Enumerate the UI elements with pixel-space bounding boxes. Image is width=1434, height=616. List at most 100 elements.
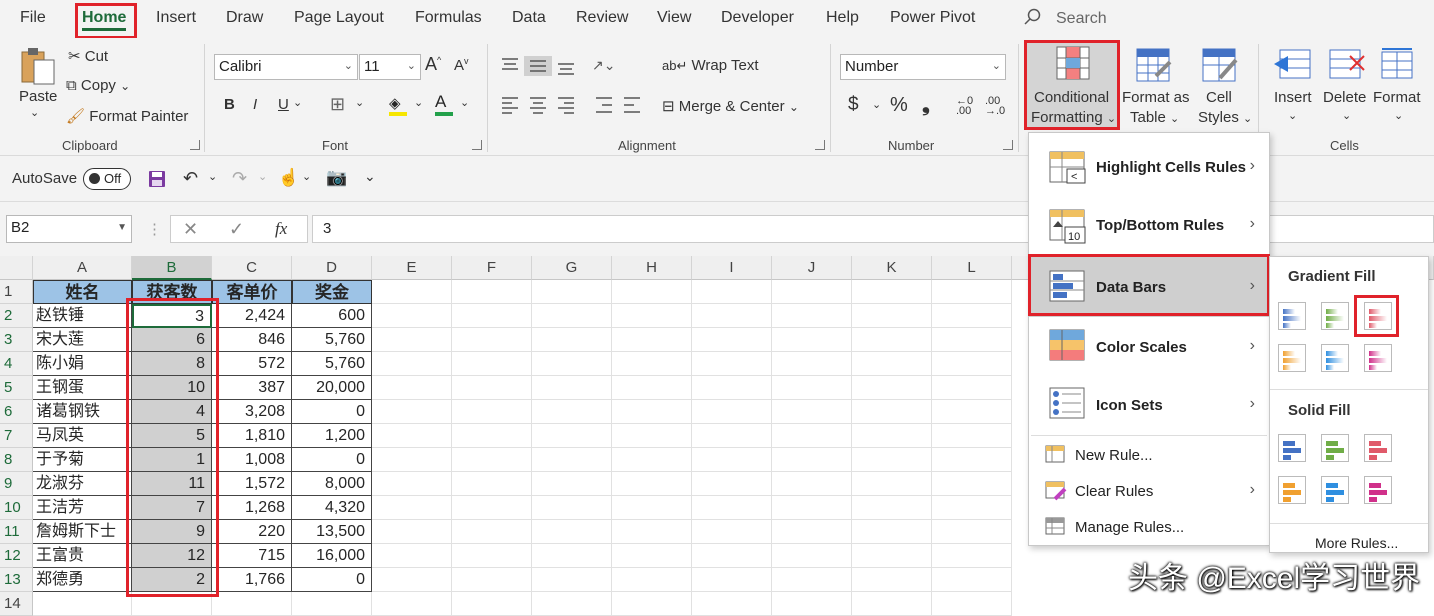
number-cell[interactable]: 1,810 [212,424,292,448]
number-cell[interactable]: 715 [212,544,292,568]
cell-empty[interactable] [372,544,452,568]
row-header-10[interactable]: 10 [0,496,33,520]
tab-file[interactable]: File [20,9,46,27]
solid-blue-databar-icon[interactable] [1278,434,1306,462]
cell-empty[interactable] [772,424,852,448]
undo-chevron-icon[interactable]: ⌄ [208,170,217,183]
touch-chevron-icon[interactable]: ⌄ [302,170,311,183]
menu-item-clear-rules[interactable]: Clear Rules › [1029,475,1269,509]
format-cells-button[interactable]: Format ⌄ [1372,46,1428,130]
cell-empty[interactable] [772,352,852,376]
cell-empty[interactable] [772,520,852,544]
column-header-f[interactable]: F [452,256,532,280]
table-header-cell[interactable]: 姓名 [33,280,132,304]
number-format-combo[interactable]: Number ⌄ [840,54,1006,80]
cell-empty[interactable] [612,592,692,616]
name-cell[interactable]: 马凤英 [33,424,132,448]
row-header-7[interactable]: 7 [0,424,33,448]
column-header-h[interactable]: H [612,256,692,280]
tab-view[interactable]: View [657,9,691,27]
cell-empty[interactable] [692,544,772,568]
cell-empty[interactable] [612,520,692,544]
cut-button[interactable]: ✂ Cut [68,47,108,65]
column-header-d[interactable]: D [292,256,372,280]
delete-cells-button[interactable]: Delete ⌄ [1322,46,1372,130]
name-box[interactable]: B2 ▼ [6,215,132,243]
autosave-toggle[interactable]: Off [83,168,131,190]
cell-empty[interactable] [452,520,532,544]
name-cell[interactable]: 郑德勇 [33,568,132,592]
decrease-font-icon[interactable]: Av [454,56,469,74]
cell-empty[interactable] [612,472,692,496]
cell-empty[interactable] [852,568,932,592]
horizontal-align-icons[interactable] [500,96,645,114]
column-header-a[interactable]: A [33,256,132,280]
cell-empty[interactable] [612,496,692,520]
number-cell[interactable]: 0 [292,568,372,592]
camera-icon[interactable]: 📷 [326,168,347,188]
cell-empty[interactable] [452,496,532,520]
more-rules-link[interactable]: More Rules... [1315,535,1398,551]
cell-empty[interactable] [772,400,852,424]
cell-empty[interactable] [452,472,532,496]
number-cell[interactable]: 1,268 [212,496,292,520]
cell-empty[interactable] [932,328,1012,352]
undo-icon[interactable]: ↶ [183,168,198,189]
currency-button[interactable]: $ [848,94,859,116]
cell-empty[interactable] [532,592,612,616]
format-as-table-button[interactable]: Format as Table ⌄ [1122,46,1196,130]
save-icon[interactable] [148,170,166,188]
merge-center-button[interactable]: ⊟ Merge & Center ⌄ [662,97,799,115]
format-painter-button[interactable]: 🖌 Format Painter [66,107,188,125]
clipboard-launcher-icon[interactable] [190,140,200,150]
name-cell[interactable]: 于予菊 [33,448,132,472]
number-cell[interactable]: 600 [292,304,372,328]
number-cell[interactable]: 1,200 [292,424,372,448]
cell-empty[interactable] [372,592,452,616]
number-cell[interactable]: 2,424 [212,304,292,328]
insert-cells-button[interactable]: Insert ⌄ [1272,46,1316,130]
comma-button[interactable]: ❟ [922,94,930,117]
cell-empty[interactable] [692,520,772,544]
cell-empty[interactable] [772,376,852,400]
select-all-corner[interactable] [0,256,33,280]
cell-empty[interactable] [612,304,692,328]
cell-empty[interactable] [852,424,932,448]
cell-empty[interactable] [932,568,1012,592]
cell-empty[interactable] [372,352,452,376]
cell-empty[interactable] [932,280,1012,304]
cell-empty[interactable] [852,544,932,568]
cell-empty[interactable] [612,352,692,376]
cell-styles-button[interactable]: Cell Styles ⌄ [1192,46,1254,130]
cell-empty[interactable] [772,472,852,496]
fill-color-icon[interactable]: ◈ [389,94,409,116]
solid-orange-databar-icon[interactable] [1278,476,1306,504]
number-cell[interactable]: 8,000 [292,472,372,496]
name-cell[interactable]: 陈小娟 [33,352,132,376]
number-cell[interactable]: 13,500 [292,520,372,544]
number-cell[interactable]: 0 [292,448,372,472]
column-header-g[interactable]: G [532,256,612,280]
cell-empty[interactable] [852,280,932,304]
number-cell[interactable]: 5,760 [292,352,372,376]
redo-chevron-icon[interactable]: ⌄ [258,170,267,183]
cell-empty[interactable] [852,472,932,496]
borders-icon[interactable]: ⊞ [330,94,345,115]
name-cell[interactable]: 王钢蛋 [33,376,132,400]
cell-empty[interactable] [692,448,772,472]
cell-empty[interactable] [932,472,1012,496]
tab-review[interactable]: Review [576,9,628,27]
font-size-combo[interactable]: 11 ⌄ [359,54,421,80]
cell-empty[interactable] [692,496,772,520]
font-launcher-icon[interactable] [472,140,482,150]
cell-empty[interactable] [452,280,532,304]
cell-empty[interactable] [532,376,612,400]
cell-empty[interactable] [372,328,452,352]
cell-empty[interactable] [852,376,932,400]
cell-empty[interactable] [372,280,452,304]
tab-insert[interactable]: Insert [156,9,196,27]
cell-empty[interactable] [452,400,532,424]
table-header-cell[interactable]: 客单价 [212,280,292,304]
cell-empty[interactable] [692,592,772,616]
number-cell[interactable]: 16,000 [292,544,372,568]
